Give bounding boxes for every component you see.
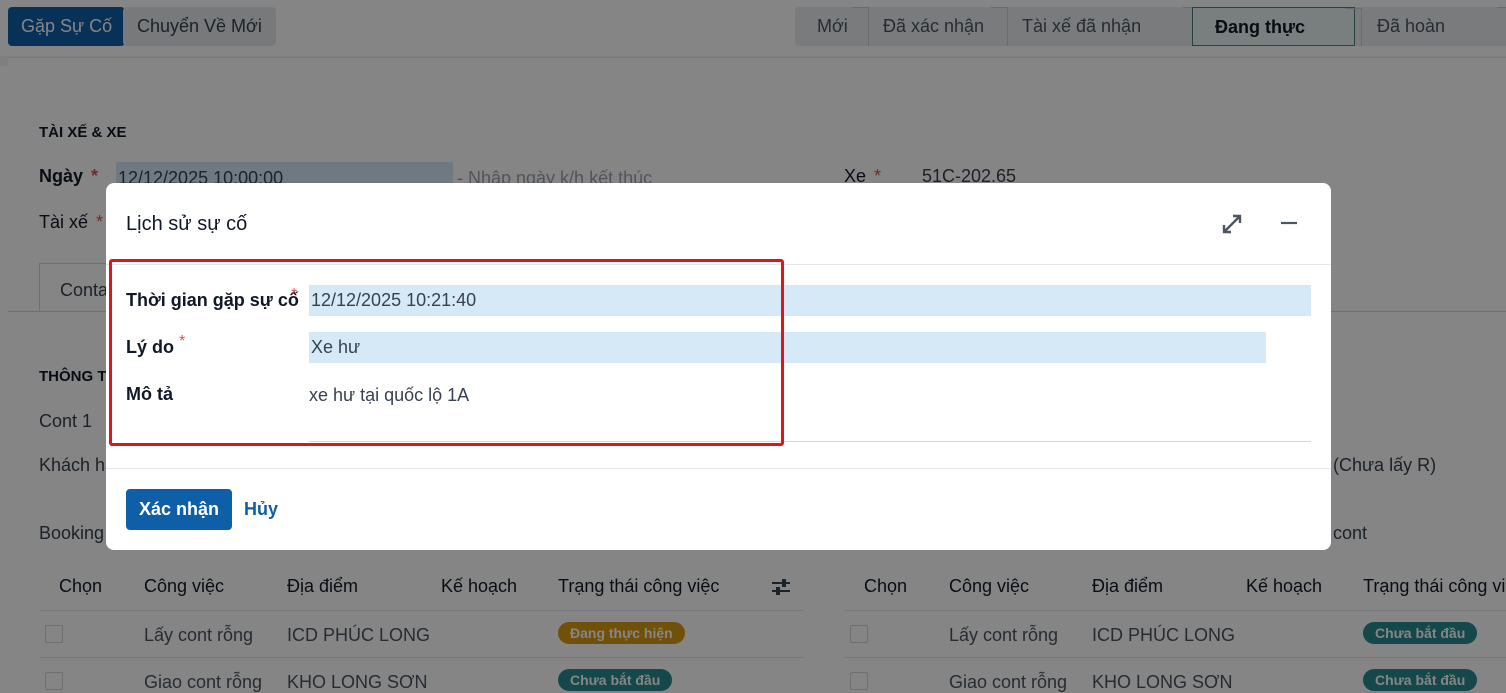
- dialog-title: Lịch sử sự cố: [126, 213, 248, 235]
- confirm-button[interactable]: Xác nhận: [126, 489, 233, 530]
- expand-icon[interactable]: [1220, 212, 1244, 236]
- minimize-icon[interactable]: [1278, 211, 1300, 233]
- annotation-highlight-box: [109, 259, 784, 446]
- dialog-footer-divider: [106, 468, 1331, 469]
- dialog-header: Lịch sử sự cố: [106, 183, 1331, 265]
- cancel-button[interactable]: Hủy: [244, 489, 278, 530]
